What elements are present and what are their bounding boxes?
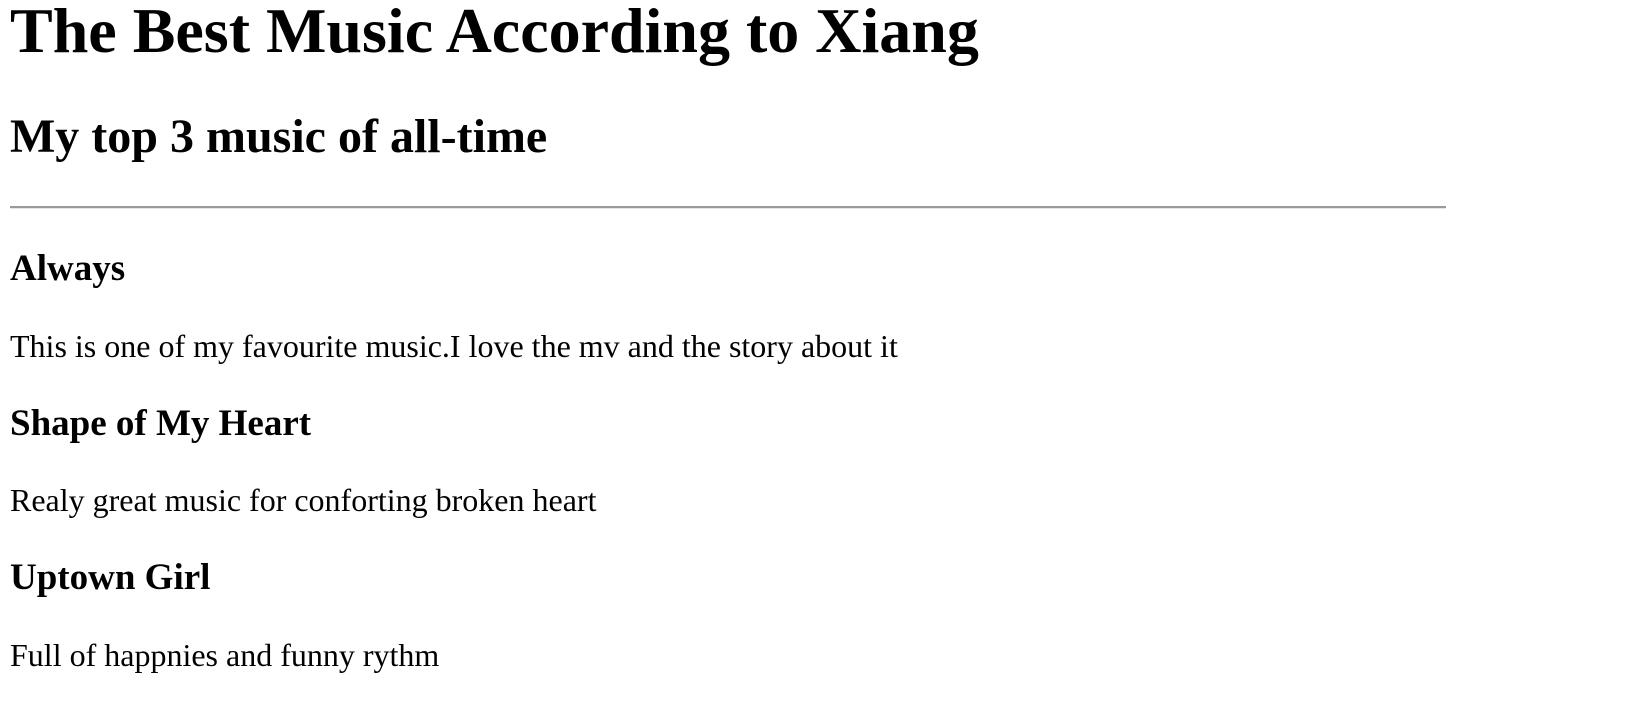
page-title: The Best Music According to Xiang — [10, 0, 979, 66]
horizontal-rule — [10, 206, 1446, 209]
song-title-uptown-girl: Uptown Girl — [10, 557, 211, 598]
song-title-shape-of-my-heart: Shape of My Heart — [10, 403, 312, 444]
song-description-uptown-girl: Full of happnies and funny rythm — [10, 637, 440, 673]
song-title-always: Always — [10, 248, 126, 289]
page-subtitle: My top 3 music of all-time — [10, 110, 548, 163]
song-description-shape-of-my-heart: Realy great music for conforting broken … — [10, 482, 597, 518]
song-description-always: This is one of my favourite music.I love… — [10, 328, 898, 364]
page: The Best Music According to Xiang My top… — [0, 0, 1634, 706]
